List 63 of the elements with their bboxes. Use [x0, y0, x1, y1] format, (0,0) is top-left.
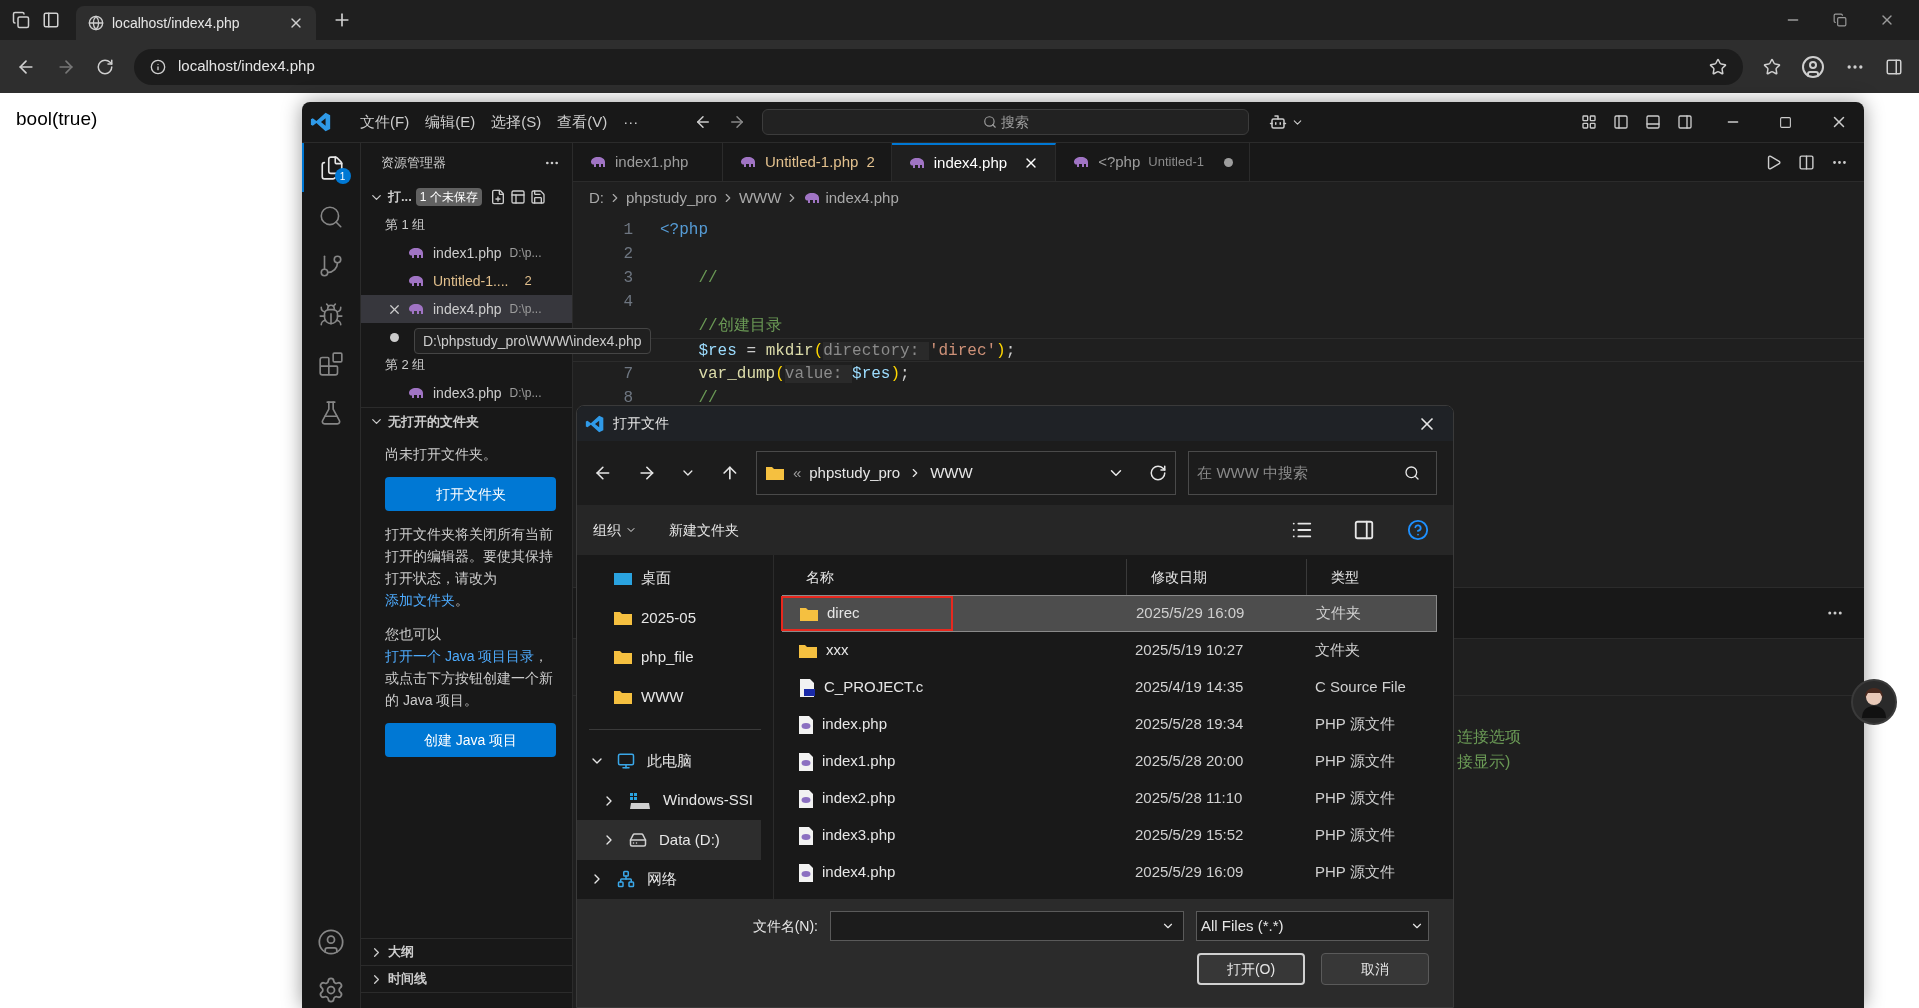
file-type: PHP 源文件 — [1314, 788, 1395, 809]
empty-message: 尚未打开文件夹。 — [385, 445, 498, 464]
line-number: 2 — [623, 245, 633, 263]
terminal-text: 接显示) — [1457, 752, 1511, 772]
file-name: index1.php — [433, 243, 502, 263]
modified-date: 2025/5/19 10:27 — [1134, 640, 1245, 661]
unsaved-badge: 1 个未保存 — [415, 188, 482, 206]
dialog-title: 打开文件 — [613, 414, 670, 433]
help-text: 打开文件夹将关闭所有当前打开的编辑器。要使其保持打开状态，请改为 添加文件夹。 — [385, 525, 554, 610]
file-name: C_PROJECT.c — [824, 677, 924, 698]
file-type: 文件夹 — [1315, 603, 1361, 624]
code-line: <?php — [660, 220, 708, 241]
modified-date: 2025/5/28 20:00 — [1134, 751, 1245, 772]
tab-title: localhost/index4.php — [112, 13, 241, 33]
file-name: direc — [827, 603, 860, 624]
page-output: bool(true) — [16, 108, 98, 129]
file-type: PHP 源文件 — [1314, 714, 1395, 735]
file-name: index.php — [822, 714, 888, 735]
field-label: 文件名(N): — [752, 916, 818, 936]
file-name: index4.php — [433, 299, 502, 319]
line-number: 3 — [623, 269, 633, 287]
file-type: C Source File — [1314, 677, 1406, 698]
terminal-text: 连接选项 — [1457, 727, 1521, 747]
file-name: Untitled-1.... — [433, 271, 509, 291]
code-line: var_dump(value: $res); — [697, 364, 910, 385]
modified-date: 2025/5/29 16:09 — [1135, 603, 1246, 624]
file-name: xxx — [826, 640, 849, 661]
path-tooltip: D:\phpstudy_pro\WWW\index4.php — [414, 328, 651, 354]
file-path: D:\p... — [509, 245, 542, 262]
group-label: 第 1 组 — [385, 216, 426, 235]
line-number: 8 — [623, 389, 633, 407]
code-line: //创建目录 — [697, 316, 782, 337]
code-line: $res = mkdir(directory: 'direc'); — [697, 341, 1016, 361]
file-name: index2.php — [822, 788, 896, 809]
file-type: PHP 源文件 — [1314, 862, 1395, 883]
modified-date: 2025/5/29 15:52 — [1134, 825, 1245, 846]
problem-count: 2 — [866, 151, 875, 172]
path-overflow: « — [792, 462, 802, 483]
code-line: // — [697, 388, 718, 409]
modified-date: 2025/5/28 19:34 — [1134, 714, 1245, 735]
line-number: 1 — [623, 221, 633, 239]
file-type: PHP 源文件 — [1314, 751, 1395, 772]
line-number: 4 — [623, 293, 633, 311]
file-name: index3.php — [822, 825, 896, 846]
modified-date: 2025/4/19 14:35 — [1134, 677, 1245, 698]
sidebar-title: 资源管理器 — [381, 154, 446, 173]
file-type: PHP 源文件 — [1314, 825, 1395, 846]
file-path: D:\p... — [509, 301, 542, 318]
file-name: index4.php — [822, 862, 896, 883]
modified-date: 2025/5/28 11:10 — [1134, 788, 1244, 809]
tab-detail: Untitled-1 — [1148, 153, 1204, 172]
group-label: 第 2 组 — [385, 356, 426, 375]
modified-date: 2025/5/29 16:09 — [1134, 862, 1245, 883]
file-type: 文件夹 — [1314, 640, 1360, 661]
line-number: 7 — [623, 365, 633, 383]
help-text: 您也可以 打开一个 Java 项目目录，或点击下方按钮创建一个新的 Java 项目。 — [385, 625, 554, 710]
file-name: index1.php — [822, 751, 896, 772]
file-name: index3.php — [433, 383, 502, 403]
problem-count: 2 — [524, 272, 532, 291]
code-line: // — [697, 268, 718, 289]
address-text: localhost/index4.php — [178, 56, 316, 77]
file-path: D:\p... — [509, 385, 542, 402]
notification-badge: 1 — [334, 168, 351, 184]
